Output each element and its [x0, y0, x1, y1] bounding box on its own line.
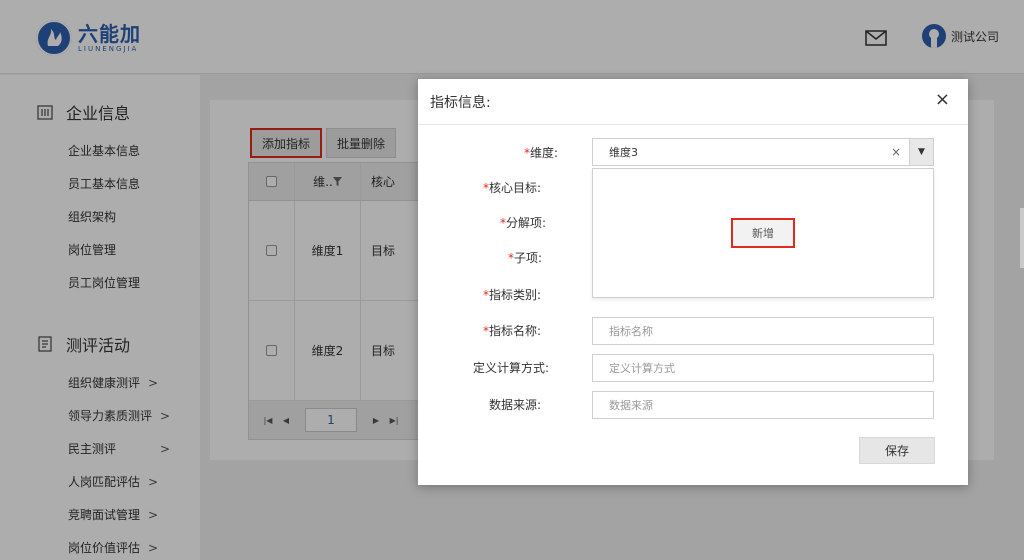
label-core-goal: *核心目标:: [482, 181, 541, 195]
label-source: 数据来源:: [488, 398, 541, 412]
label-sub-item: *子项:: [507, 251, 542, 265]
save-button[interactable]: 保存: [859, 437, 935, 464]
dimension-select[interactable]: 维度3 × ▼: [592, 138, 934, 166]
new-dimension-button[interactable]: 新增: [731, 218, 795, 248]
label-name: *指标名称:: [482, 324, 541, 338]
label-calc: 定义计算方式:: [472, 361, 549, 375]
label-dimension: *维度:: [523, 146, 558, 160]
close-icon[interactable]: ×: [935, 89, 950, 110]
dialog-header: 指标信息: ×: [418, 79, 968, 125]
dimension-select-value: 维度3: [609, 146, 638, 159]
data-source-input[interactable]: 数据来源: [592, 391, 934, 419]
label-breakdown: *分解项:: [499, 216, 546, 230]
dropdown-arrow-icon[interactable]: ▼: [909, 139, 933, 165]
indicator-name-input[interactable]: 指标名称: [592, 317, 934, 345]
clear-icon[interactable]: ×: [891, 145, 901, 159]
page-scrollbar[interactable]: [1020, 208, 1024, 268]
indicator-dialog: 指标信息: × *维度: *核心目标: *分解项: *子项: *指标类别: *指…: [418, 79, 968, 485]
dialog-title: 指标信息:: [430, 94, 491, 111]
dimension-dropdown: 新增: [592, 168, 934, 298]
label-category: *指标类别:: [482, 288, 541, 302]
calc-method-input[interactable]: 定义计算方式: [592, 354, 934, 382]
